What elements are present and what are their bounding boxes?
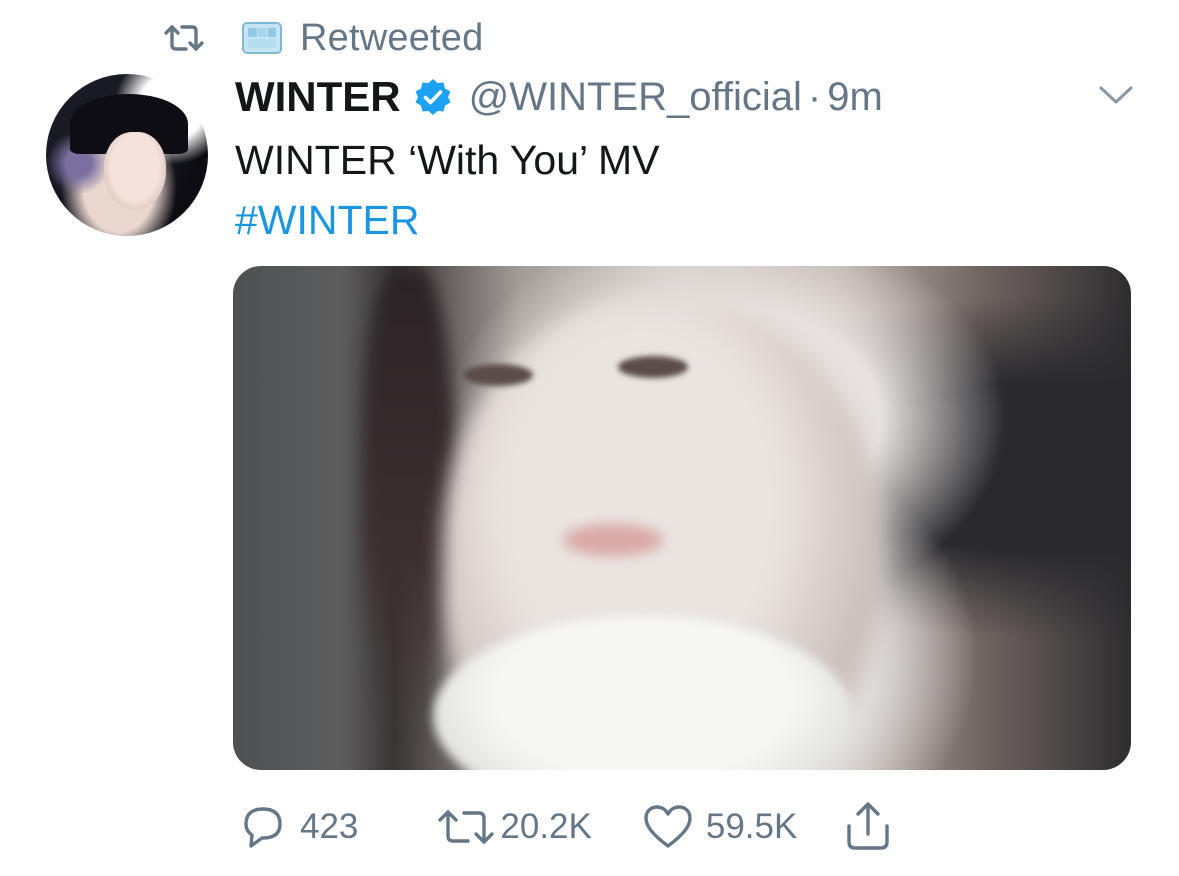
author-name[interactable]: WINTER	[235, 73, 401, 121]
media-video-thumbnail[interactable]	[233, 266, 1131, 770]
avatar-face-shape	[104, 132, 166, 210]
media-eye-left-shape	[463, 364, 533, 386]
tweet-actions: 423 20.2K 59.5K	[238, 802, 893, 852]
tweet[interactable]: Retweeted WINTER @WINTER_official · 9m W…	[0, 0, 1179, 876]
share-icon	[843, 802, 893, 852]
media-hair-shape	[363, 266, 453, 736]
chevron-down-icon[interactable]	[1098, 82, 1134, 108]
retweet-count: 20.2K	[500, 807, 592, 846]
like-count: 59.5K	[705, 807, 798, 846]
tweet-timestamp[interactable]: 9m	[827, 75, 883, 120]
like-button[interactable]: 59.5K	[642, 804, 797, 850]
heart-icon	[642, 804, 694, 850]
tweet-text: WINTER ‘With You’ MV	[235, 137, 660, 183]
reply-button[interactable]: 423	[238, 804, 358, 850]
verified-badge-icon	[413, 77, 453, 117]
retweet-context: Retweeted	[160, 14, 483, 62]
media-eye-right-shape	[618, 356, 688, 378]
reply-icon	[238, 804, 288, 850]
retweet-action-icon	[436, 806, 496, 848]
tweet-header: WINTER @WINTER_official · 9m	[235, 70, 883, 124]
reply-count: 423	[300, 807, 359, 846]
retweeted-label[interactable]: Retweeted	[300, 17, 483, 60]
share-button[interactable]	[843, 802, 893, 852]
separator-dot: ·	[807, 74, 822, 119]
hashtag-link[interactable]: #WINTER	[235, 192, 420, 248]
retweet-button[interactable]: 20.2K	[436, 806, 592, 848]
retweeter-avatar-icon[interactable]	[240, 18, 284, 58]
author-handle[interactable]: @WINTER_official	[469, 75, 802, 120]
media-lips-shape	[563, 524, 663, 556]
retweet-icon	[160, 21, 208, 55]
author-avatar[interactable]	[46, 74, 208, 236]
